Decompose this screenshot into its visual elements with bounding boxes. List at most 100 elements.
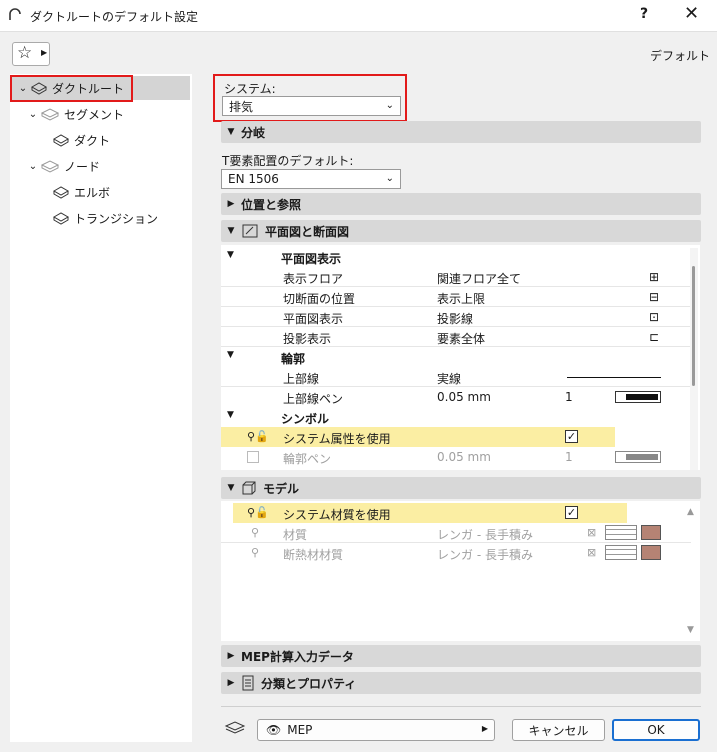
floor-stack-icon: ⊞ bbox=[649, 270, 660, 284]
plan-scrollbar[interactable] bbox=[690, 248, 698, 470]
triangle-right-icon: ▶ bbox=[227, 651, 235, 661]
show-projection-icon: ⊏ bbox=[649, 330, 660, 344]
row-name: 切断面の位置 bbox=[283, 292, 356, 306]
row-value: 表示上限 bbox=[437, 292, 486, 306]
plan-section-table: ▼ 平面図表示 表示フロア 関連フロア全て ⊞ 切断面の位置 表示上限 ⊟ 平面… bbox=[221, 245, 700, 470]
tree-item-transition[interactable]: トランジション bbox=[52, 206, 158, 230]
element-tree: ⌄ ダクトルート ⌄ セグメント ダクト ⌄ ノード エルボ トランジション bbox=[10, 74, 192, 742]
tree-item-elbow[interactable]: エルボ bbox=[52, 180, 110, 204]
cut-plane-icon: ⊟ bbox=[649, 290, 660, 304]
scroll-up-arrow[interactable]: ▲ bbox=[687, 507, 694, 517]
tree-item-segment[interactable]: ⌄ セグメント bbox=[26, 102, 124, 126]
title-bar: ダクトルートのデフォルト設定 ? ✕ bbox=[0, 0, 717, 32]
table-row[interactable]: 切断面の位置 表示上限 ⊟ bbox=[221, 287, 691, 307]
row-value: 実線 bbox=[437, 372, 462, 386]
section-mep-calc-header[interactable]: ▶ MEP計算入力データ bbox=[221, 645, 701, 667]
use-system-material-checkbox[interactable]: ✓ bbox=[565, 506, 578, 519]
row-name: 投影表示 bbox=[283, 332, 332, 346]
close-button[interactable]: ✕ bbox=[684, 3, 699, 24]
triangle-down-icon: ▼ bbox=[227, 350, 234, 360]
section-position-header[interactable]: ▶ 位置と参照 bbox=[221, 193, 701, 215]
pen-swatch[interactable] bbox=[615, 451, 661, 463]
table-row[interactable]: 表示フロア 関連フロア全て ⊞ bbox=[221, 267, 691, 287]
tree-item-node[interactable]: ⌄ ノード bbox=[26, 154, 100, 178]
chevron-down-icon: ⌄ bbox=[28, 160, 38, 172]
table-row[interactable]: 輪郭ペン 0.05 mm 1 bbox=[221, 447, 691, 467]
section-title: 平面図と断面図 bbox=[265, 224, 350, 239]
table-row[interactable]: 上部線 実線 bbox=[221, 367, 691, 387]
3d-box-icon bbox=[242, 481, 256, 495]
table-row[interactable]: ⚲ 断熱材材質 レンガ - 長手積み ⊠ bbox=[221, 543, 691, 563]
t-default-value: EN 1506 bbox=[228, 172, 279, 186]
row-value: 関連フロア全て bbox=[437, 272, 522, 286]
star-icon: ☆ bbox=[17, 43, 33, 63]
chevron-down-icon: ⌄ bbox=[28, 108, 38, 120]
tree-item-label: セグメント bbox=[64, 107, 125, 122]
group-symbol[interactable]: ▼ シンボル bbox=[221, 407, 691, 427]
row-value: 0.05 mm bbox=[437, 450, 491, 464]
ok-button[interactable]: OK bbox=[612, 719, 700, 741]
section-title: 分類とプロパティ bbox=[261, 676, 357, 691]
row-name: 上部線ペン bbox=[283, 392, 344, 406]
row-name: 平面図表示 bbox=[283, 312, 344, 326]
section-model-header[interactable]: ▼ モデル bbox=[221, 477, 701, 499]
help-button[interactable]: ? bbox=[640, 6, 648, 22]
table-row-highlighted[interactable]: ⚲🔓 システム材質を使用 ✓ bbox=[233, 503, 627, 523]
table-row[interactable]: 平面図表示 投影線 ⊡ bbox=[221, 307, 691, 327]
row-name: 輪郭ペン bbox=[283, 452, 332, 466]
projection-icon: ⊡ bbox=[649, 310, 660, 324]
system-highlight-frame bbox=[213, 74, 407, 122]
row-value: 投影線 bbox=[437, 312, 474, 326]
favorites-default-label: デフォルト bbox=[650, 49, 711, 63]
caret-right-icon: ▶ bbox=[41, 48, 48, 57]
chevron-down-icon: ⌄ bbox=[385, 173, 394, 184]
link-icon: ⚲ bbox=[251, 546, 260, 559]
triangle-down-icon: ▼ bbox=[227, 250, 234, 260]
row-name: 材質 bbox=[283, 528, 308, 542]
tree-item-duct[interactable]: ダクト bbox=[52, 128, 110, 152]
cancel-button[interactable]: キャンセル bbox=[512, 719, 605, 741]
tree-item-label: トランジション bbox=[74, 211, 159, 226]
row-name: 上部線 bbox=[283, 372, 320, 386]
elbow-icon bbox=[52, 186, 70, 199]
scrollbar-thumb[interactable] bbox=[692, 266, 695, 386]
row-name: システム材質を使用 bbox=[283, 508, 391, 522]
table-row[interactable]: 投影表示 要素全体 ⊏ bbox=[221, 327, 691, 347]
material-picker-icon[interactable]: ⊠ bbox=[587, 546, 596, 559]
t-default-select[interactable]: EN 1506 ⌄ bbox=[221, 169, 401, 189]
scroll-down-arrow[interactable]: ▼ bbox=[687, 625, 694, 635]
pen-number: 1 bbox=[565, 450, 573, 464]
table-row[interactable]: ⚲ 材質 レンガ - 長手積み ⊠ bbox=[221, 523, 691, 543]
tree-item-label: エルボ bbox=[74, 185, 111, 200]
section-classification-header[interactable]: ▶ 分類とプロパティ bbox=[221, 672, 701, 694]
favorites-button[interactable]: ☆ ▶ bbox=[12, 42, 50, 66]
material-color-swatch bbox=[641, 525, 661, 540]
solid-line-sample bbox=[567, 377, 661, 378]
layer-select[interactable]: 👁 MEP ▶ bbox=[257, 719, 495, 741]
row-name: 断熱材材質 bbox=[283, 548, 344, 562]
group-contour[interactable]: ▼ 輪郭 bbox=[221, 347, 691, 367]
table-row-highlighted[interactable]: ⚲🔓 システム属性を使用 ✓ bbox=[221, 427, 615, 447]
brick-texture-preview bbox=[605, 525, 637, 540]
duct-app-icon bbox=[9, 8, 21, 20]
link-lock-icon: ⚲🔓 bbox=[247, 506, 269, 519]
pen-swatch[interactable] bbox=[615, 391, 661, 403]
section-title: MEP計算入力データ bbox=[241, 649, 354, 664]
table-row[interactable]: 上部線ペン 0.05 mm 1 bbox=[221, 387, 691, 407]
section-plan-section-header[interactable]: ▼ 平面図と断面図 bbox=[221, 220, 701, 242]
group-title: 平面図表示 bbox=[281, 252, 342, 266]
row-value: レンガ - 長手積み bbox=[437, 548, 533, 562]
use-system-attribute-checkbox[interactable]: ✓ bbox=[565, 430, 578, 443]
group-title: シンボル bbox=[281, 412, 330, 426]
tree-item-label: ノード bbox=[64, 159, 101, 174]
link-icon: ⚲ bbox=[251, 526, 260, 539]
t-default-label: T要素配置のデフォルト: bbox=[222, 154, 354, 168]
material-picker-icon[interactable]: ⊠ bbox=[587, 526, 596, 539]
document-icon bbox=[242, 675, 254, 691]
override-checkbox[interactable] bbox=[247, 451, 259, 463]
group-plan-display[interactable]: ▼ 平面図表示 bbox=[221, 247, 691, 267]
eye-icon: 👁 bbox=[266, 723, 282, 737]
triangle-down-icon: ▼ bbox=[227, 410, 234, 420]
section-branch-header[interactable]: ▼ 分岐 bbox=[221, 121, 701, 143]
transition-icon bbox=[52, 212, 70, 225]
